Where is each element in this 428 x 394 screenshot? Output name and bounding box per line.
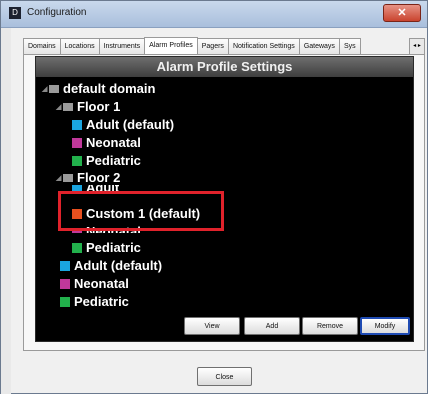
window-left-edge [1,28,11,394]
tree-node-floor1-adult-default[interactable]: Adult (default) [72,117,174,133]
tab-gateways[interactable]: Gateways [298,38,340,54]
tree-node-label: Floor 1 [77,99,121,114]
window-close-icon[interactable]: ✕ [383,4,421,22]
add-button[interactable]: Add [244,317,300,335]
profile-color-swatch [72,242,82,253]
tree-node-domain-neonatal[interactable]: Neonatal [60,276,129,292]
tree-node-floor1-pediatric[interactable]: Pediatric [72,153,141,169]
collapse-arrow-icon[interactable]: ◢ [56,100,63,116]
folder-icon [49,84,59,93]
remove-button[interactable]: Remove [302,317,358,335]
tab-pagers[interactable]: Pagers [196,38,229,54]
window-title: Configuration [27,7,87,18]
collapse-arrow-icon[interactable]: ◢ [42,82,49,98]
tree-node-floor2-pediatric[interactable]: Pediatric [72,240,141,256]
profile-color-swatch [72,155,82,166]
tree-node-floor1-neonatal[interactable]: Neonatal [72,135,141,151]
tab-alarm-profiles[interactable]: Alarm Profiles [144,37,198,54]
view-button[interactable]: View [184,317,240,335]
profile-color-swatch [60,278,70,289]
tree-node-label: Neonatal [74,276,129,291]
tree-node-label: Adult (default) [74,258,163,273]
app-icon: D [9,7,21,19]
tab-notification-settings[interactable]: Notification Settings [227,38,300,54]
tab-instruments[interactable]: Instruments [98,38,146,54]
profile-color-swatch [72,137,82,148]
folder-icon [63,173,73,182]
tree-node-label: Pediatric [86,153,141,168]
tab-locations[interactable]: Locations [59,38,100,54]
profile-color-swatch [60,296,70,307]
tab-sys[interactable]: Sys [338,38,361,54]
tree-node-label: Neonatal [86,135,141,150]
configuration-window: D Configuration ✕ Domains Locations Inst… [0,0,428,394]
tree-node-label: Floor 2 [77,170,121,185]
tab-domains[interactable]: Domains [23,38,61,54]
selection-highlight-box [58,191,224,231]
tree-node-label: Adult (default) [86,117,175,132]
profile-color-swatch [60,260,70,271]
title-bar[interactable]: D Configuration ✕ [1,1,427,28]
close-button[interactable]: Close [197,367,252,386]
tree-node-label: Pediatric [86,240,141,255]
profile-color-swatch [72,119,82,130]
modify-button[interactable]: Modify [360,317,410,335]
tree-node-default-domain[interactable]: ◢ default domain [42,81,155,98]
tree-node-floor-1[interactable]: ◢ Floor 1 [56,99,120,116]
tree-node-label: Pediatric [74,294,129,309]
tree-node-domain-pediatric[interactable]: Pediatric [60,294,129,310]
tree-node-label: default domain [63,81,156,96]
tree-node-domain-adult-default[interactable]: Adult (default) [60,258,162,274]
collapse-arrow-icon[interactable]: ◢ [56,171,63,187]
panel-header: Alarm Profile Settings [36,57,413,77]
tab-strip: Domains Locations Instruments Alarm Prof… [23,37,361,54]
folder-icon [63,102,73,111]
tab-scroll-arrows-icon[interactable]: ◂ ▸ [409,38,425,55]
